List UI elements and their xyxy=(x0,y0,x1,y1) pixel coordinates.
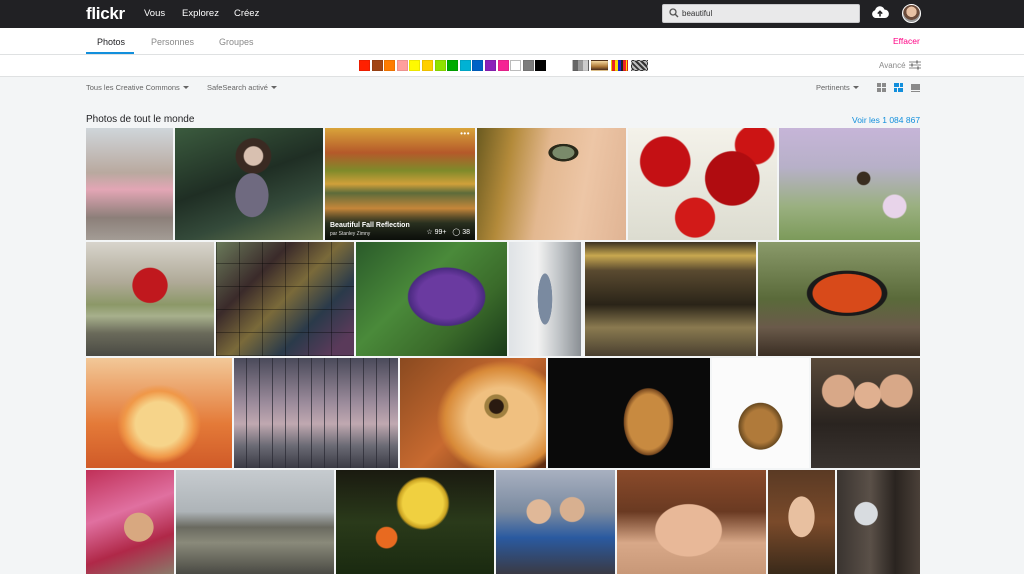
color-swatch[interactable] xyxy=(447,60,459,71)
patterns-filter[interactable] xyxy=(631,60,648,71)
chevron-down-icon xyxy=(182,86,189,89)
search-tabs-bar: Photos Personnes Groupes Effacer xyxy=(0,28,1024,55)
photo-title[interactable]: Beautiful Fall Reflection xyxy=(330,222,410,229)
star-icon[interactable]: ☆ xyxy=(426,229,432,236)
photo-tile[interactable] xyxy=(758,242,920,356)
photo-tile[interactable] xyxy=(234,358,398,468)
photo-tile[interactable] xyxy=(779,128,920,240)
photo-tile[interactable] xyxy=(585,242,756,356)
color-swatch[interactable] xyxy=(434,60,446,71)
chevron-down-icon xyxy=(270,86,277,89)
photo-tile[interactable] xyxy=(617,470,766,574)
view-all-link[interactable]: Voir les 1 084 867 xyxy=(852,115,920,125)
photo-tile[interactable] xyxy=(628,128,777,240)
sort-dropdown[interactable]: Pertinents xyxy=(816,83,859,92)
nav-explore[interactable]: Explorez xyxy=(182,8,219,19)
advanced-label[interactable]: Avancé xyxy=(879,61,906,70)
tab-photos[interactable]: Photos xyxy=(97,37,125,47)
color-swatch[interactable] xyxy=(359,60,370,71)
photo-tile[interactable] xyxy=(216,242,354,356)
photo-tile[interactable] xyxy=(477,128,626,240)
photo-tile[interactable] xyxy=(86,128,173,240)
safesearch-dropdown[interactable]: SafeSearch activé xyxy=(207,83,277,92)
color-swatch[interactable] xyxy=(472,60,484,71)
flickr-logo[interactable]: flickr xyxy=(86,4,125,24)
search-input[interactable] xyxy=(682,7,852,20)
tab-groups[interactable]: Groupes xyxy=(219,37,254,47)
avatar[interactable] xyxy=(902,4,921,23)
large-view-icon[interactable] xyxy=(911,83,921,93)
black-white-filter[interactable] xyxy=(572,60,589,71)
color-swatch[interactable] xyxy=(510,60,522,71)
section-title: Photos de tout le monde xyxy=(86,114,195,125)
photo-tile[interactable] xyxy=(86,242,214,356)
color-swatch[interactable] xyxy=(522,60,534,71)
shallow-depth-filter[interactable] xyxy=(591,60,608,71)
photo-tile[interactable] xyxy=(548,358,710,468)
minimalist-filter[interactable] xyxy=(611,60,628,71)
sort-label: Pertinents xyxy=(816,83,850,92)
upload-cloud-icon[interactable] xyxy=(871,6,889,19)
photo-tile[interactable] xyxy=(509,242,581,356)
color-swatch[interactable] xyxy=(459,60,471,71)
color-swatch[interactable] xyxy=(535,60,547,71)
color-swatch[interactable] xyxy=(384,60,396,71)
photo-tile[interactable] xyxy=(768,470,835,574)
active-tab-indicator xyxy=(86,52,134,54)
photo-tile[interactable] xyxy=(86,470,174,574)
photo-tile[interactable] xyxy=(356,242,507,356)
color-swatch[interactable] xyxy=(409,60,421,71)
color-swatch[interactable] xyxy=(485,60,496,71)
comments-count: 38 xyxy=(462,229,470,236)
photo-author[interactable]: par Stanley Zimny xyxy=(330,231,370,237)
photo-tile[interactable] xyxy=(86,358,232,468)
color-swatch[interactable] xyxy=(396,60,408,71)
photo-tile[interactable] xyxy=(400,358,546,468)
photo-featured[interactable]: ••• Beautiful Fall Reflection par Stanle… xyxy=(325,128,475,240)
nav-you[interactable]: Vous xyxy=(144,8,165,19)
photo-stats: ☆ 99+ ◯ 38 xyxy=(426,228,470,236)
color-swatch[interactable] xyxy=(422,60,433,71)
small-grid-view-icon[interactable] xyxy=(877,83,887,93)
photo-tile[interactable] xyxy=(336,470,494,574)
faves-count: 99+ xyxy=(434,229,447,236)
photo-tile[interactable] xyxy=(176,470,334,574)
search-box[interactable] xyxy=(662,4,860,23)
photo-overlay: Beautiful Fall Reflection par Stanley Zi… xyxy=(325,208,475,240)
sliders-icon[interactable] xyxy=(909,60,921,70)
color-swatch[interactable] xyxy=(497,60,509,71)
license-label: Tous les Creative Commons xyxy=(86,83,180,92)
chevron-down-icon xyxy=(852,86,859,89)
nav-create[interactable]: Créez xyxy=(234,8,259,19)
tab-people[interactable]: Personnes xyxy=(151,37,194,47)
justified-view-icon[interactable] xyxy=(894,83,904,93)
photo-tile[interactable] xyxy=(496,470,615,574)
safesearch-label: SafeSearch activé xyxy=(207,83,268,92)
photo-tile[interactable] xyxy=(712,358,809,468)
photo-tile[interactable] xyxy=(811,358,920,468)
photo-tile[interactable] xyxy=(175,128,323,240)
color-filter-bar: Avancé xyxy=(0,55,1024,77)
color-swatch[interactable] xyxy=(371,60,383,71)
clear-button[interactable]: Effacer xyxy=(893,36,920,46)
more-icon[interactable]: ••• xyxy=(460,129,470,138)
comment-icon[interactable]: ◯ xyxy=(452,229,460,236)
photo-tile[interactable] xyxy=(837,470,920,574)
search-icon[interactable] xyxy=(669,8,679,18)
license-dropdown[interactable]: Tous les Creative Commons xyxy=(86,83,189,92)
top-bar: flickr Vous Explorez Créez xyxy=(0,0,1024,28)
